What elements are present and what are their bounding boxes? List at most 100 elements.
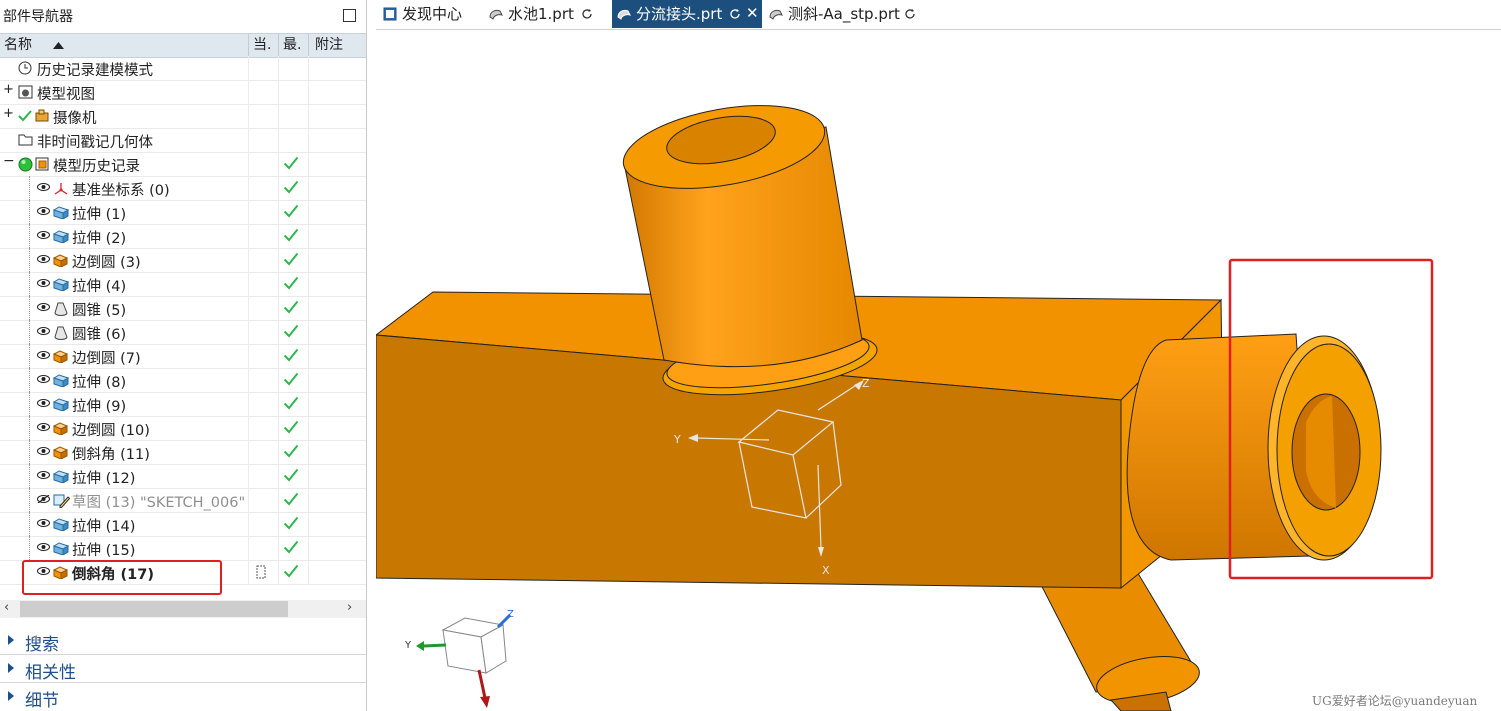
eye-icon[interactable] — [37, 423, 50, 431]
datum-csys-icon — [54, 183, 68, 195]
tree-row[interactable]: 拉伸 (8) — [0, 368, 366, 393]
tree-row[interactable]: 拉伸 (4) — [0, 272, 366, 297]
eye-hidden-icon[interactable] — [37, 495, 50, 503]
tree-row-label: 拉伸 (4) — [72, 279, 127, 295]
extrude-icon — [53, 542, 69, 555]
lower-pipe — [1035, 569, 1200, 711]
eye-icon[interactable] — [37, 519, 50, 527]
tree-row[interactable]: 非时间戳记几何体 — [0, 128, 366, 153]
section-search[interactable]: 搜索 — [0, 627, 366, 655]
tree-row-label: 历史记录建模模式 — [37, 63, 153, 79]
latest-check-icon — [283, 156, 299, 170]
tree-row[interactable]: 拉伸 (1) — [0, 200, 366, 225]
part-file-icon — [489, 9, 503, 20]
tree-row[interactable]: 拉伸 (14) — [0, 512, 366, 537]
side-boss — [1126, 333, 1382, 561]
expand-plus-icon[interactable]: + — [3, 82, 14, 97]
tree-row-label: 圆锥 (5) — [72, 303, 127, 319]
tree-row[interactable]: 草图 (13) "SKETCH_006" — [0, 488, 366, 513]
latest-check-icon — [283, 348, 299, 362]
eye-icon[interactable] — [37, 327, 50, 335]
expand-triangle-icon — [8, 635, 14, 645]
tree-row-label: 边倒圆 (7) — [72, 351, 141, 367]
eye-icon[interactable] — [37, 207, 50, 215]
tree-row[interactable]: 拉伸 (12) — [0, 464, 366, 489]
scroll-right-icon[interactable]: › — [347, 600, 352, 615]
maximize-icon[interactable] — [343, 9, 356, 22]
watermark: UG爱好者论坛@yuandeyuan — [1312, 694, 1478, 708]
part-navigator: 部件导航器 名称 当. 最. 附注 历史记录建模模式 + 模型视图 + 摄像机 … — [0, 0, 367, 711]
horizontal-scrollbar[interactable]: ‹ › — [0, 600, 366, 618]
eye-icon[interactable] — [37, 255, 50, 263]
edge-blend-icon — [53, 254, 69, 267]
eye-icon[interactable] — [37, 399, 50, 407]
eye-icon[interactable] — [37, 471, 50, 479]
column-latest[interactable]: 最. — [278, 34, 309, 57]
eye-icon[interactable] — [37, 351, 50, 359]
tree-row[interactable]: 边倒圆 (7) — [0, 344, 366, 369]
eye-icon[interactable] — [37, 543, 50, 551]
tree-row[interactable]: 基准坐标系 (0) — [0, 176, 366, 201]
latest-check-icon — [283, 540, 299, 554]
column-notes[interactable]: 附注 — [308, 34, 366, 57]
eye-icon[interactable] — [37, 231, 50, 239]
eye-icon[interactable] — [37, 447, 50, 455]
expand-triangle-icon — [8, 691, 14, 701]
tree-row[interactable]: 拉伸 (15) — [0, 536, 366, 561]
eye-icon[interactable] — [37, 279, 50, 287]
book-icon — [383, 7, 397, 21]
folder-icon — [18, 134, 33, 146]
tab-part-file[interactable]: 水池1.prt — [486, 0, 606, 28]
tree-row[interactable]: 圆锥 (5) — [0, 296, 366, 321]
eye-icon[interactable] — [37, 303, 50, 311]
close-tab-icon[interactable]: ✕ — [746, 0, 759, 27]
scroll-left-icon[interactable]: ‹ — [4, 600, 9, 615]
tree-row[interactable]: + 摄像机 — [0, 104, 366, 129]
camera-icon — [35, 109, 49, 122]
tree-row-label: 边倒圆 (10) — [72, 423, 150, 439]
column-header: 名称 当. 最. 附注 — [0, 33, 366, 58]
extrude-icon — [53, 278, 69, 291]
expand-plus-icon[interactable]: + — [3, 106, 14, 121]
tree-row[interactable]: − 模型历史记录 — [0, 152, 366, 177]
cone-icon — [54, 326, 68, 340]
column-current[interactable]: 当. — [248, 34, 279, 57]
eye-icon[interactable] — [37, 183, 50, 191]
refresh-icon[interactable] — [730, 9, 741, 20]
column-name[interactable]: 名称 — [0, 34, 249, 57]
tree-row[interactable]: 边倒圆 (3) — [0, 248, 366, 273]
collapse-minus-icon[interactable]: − — [3, 153, 15, 169]
tab-part-file-active[interactable]: 分流接头.prt ✕ — [612, 0, 762, 28]
tree-row[interactable]: + 模型视图 — [0, 80, 366, 105]
tree-row-label: 拉伸 (12) — [72, 471, 136, 487]
tree-row[interactable]: 边倒圆 (10) — [0, 416, 366, 441]
tree-row[interactable]: 拉伸 (2) — [0, 224, 366, 249]
refresh-icon[interactable] — [582, 9, 593, 20]
tree-row[interactable]: 历史记录建模模式 — [0, 56, 366, 81]
latest-check-icon — [283, 492, 299, 506]
latest-check-icon — [283, 252, 299, 266]
section-details[interactable]: 细节 — [0, 683, 366, 711]
extrude-icon — [53, 518, 69, 531]
feature-tree: 历史记录建模模式 + 模型视图 + 摄像机 非时间戳记几何体 − 模型历史记录 … — [0, 56, 366, 596]
tab-discovery-center[interactable]: 发现中心 — [378, 0, 478, 28]
tree-row[interactable]: 倒斜角 (11) — [0, 440, 366, 465]
tree-row[interactable]: 拉伸 (9) — [0, 392, 366, 417]
graphics-viewport[interactable]: Z Y X Z Y — [376, 30, 1501, 711]
tree-row-label: 基准坐标系 (0) — [72, 183, 170, 199]
refresh-icon[interactable] — [905, 9, 916, 20]
model-canvas[interactable]: Z Y X Z Y — [376, 30, 1501, 711]
tree-row-label: 拉伸 (15) — [72, 543, 136, 559]
section-dependencies[interactable]: 相关性 — [0, 655, 366, 683]
current-feature-icon — [256, 565, 266, 579]
tree-row-label: 圆锥 (6) — [72, 327, 127, 343]
eye-icon[interactable] — [37, 375, 50, 383]
tree-row[interactable]: 圆锥 (6) — [0, 320, 366, 345]
triad-y-label: Y — [404, 640, 412, 651]
tab-part-file[interactable]: 测斜-Aa_stp.prt — [766, 0, 926, 28]
tree-row-label: 倒斜角 (11) — [72, 447, 150, 463]
tree-row-label: 摄像机 — [53, 111, 97, 127]
latest-check-icon — [283, 468, 299, 482]
scrollbar-thumb[interactable] — [20, 601, 288, 617]
tree-row-label: 模型视图 — [37, 87, 95, 103]
